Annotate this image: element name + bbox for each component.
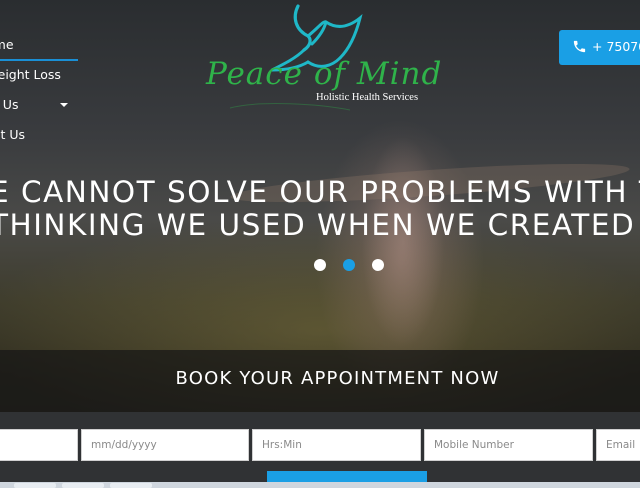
- mobile-field[interactable]: [424, 429, 593, 461]
- taskbar-app-1[interactable]: [14, 483, 56, 488]
- nav-item-about-us[interactable]: ut Us: [0, 90, 200, 120]
- chevron-down-icon: [60, 103, 68, 107]
- phone-button[interactable]: + 750700: [559, 30, 640, 65]
- booking-title: BOOK YOUR APPOINTMENT NOW: [175, 368, 500, 389]
- slider-dot-3[interactable]: [372, 259, 384, 271]
- email-input[interactable]: [597, 430, 640, 460]
- logo-subtitle: Holistic Health Services: [316, 92, 419, 103]
- slider-dot-2[interactable]: [343, 259, 355, 271]
- site-logo[interactable]: Peace of Mind Holistic Health Services: [200, 0, 441, 130]
- nav-item-contact-us[interactable]: act Us: [0, 120, 200, 150]
- nav-item-label: ome: [0, 37, 14, 52]
- nav-item-weight-loss[interactable]: Weight Loss: [0, 60, 200, 90]
- mobile-input[interactable]: [425, 430, 592, 460]
- booking-banner: BOOK YOUR APPOINTMENT NOW: [0, 350, 640, 412]
- time-input[interactable]: [253, 430, 420, 460]
- hero-headline: E CANNOT SOLVE OUR PROBLEMS WITH THE THI…: [0, 175, 640, 245]
- slider-pagination: [314, 259, 394, 273]
- name-field[interactable]: [0, 429, 78, 461]
- hero-headline-line-2: THINKING WE USED WHEN WE CREATED TH: [0, 208, 640, 242]
- phone-icon: [573, 40, 586, 53]
- email-field[interactable]: [596, 429, 640, 461]
- slider-dot-1[interactable]: [314, 259, 326, 271]
- nav-item-label: act Us: [0, 127, 26, 142]
- logo-script-text: Peace of Mind: [206, 56, 443, 92]
- taskbar-app-3[interactable]: [110, 483, 152, 488]
- phone-number: + 750700: [592, 39, 640, 54]
- nav-item-label: ut Us: [0, 97, 19, 112]
- main-nav: ome Weight Loss ut Us act Us: [0, 30, 200, 150]
- name-input[interactable]: [0, 430, 77, 460]
- taskbar-app-2[interactable]: [62, 483, 104, 488]
- nav-item-label: Weight Loss: [0, 67, 61, 82]
- date-input[interactable]: [82, 430, 248, 460]
- nav-item-home[interactable]: ome: [0, 30, 200, 61]
- date-field[interactable]: [81, 429, 249, 461]
- time-field[interactable]: [252, 429, 421, 461]
- hero-headline-line-1: E CANNOT SOLVE OUR PROBLEMS WITH THE: [0, 175, 640, 209]
